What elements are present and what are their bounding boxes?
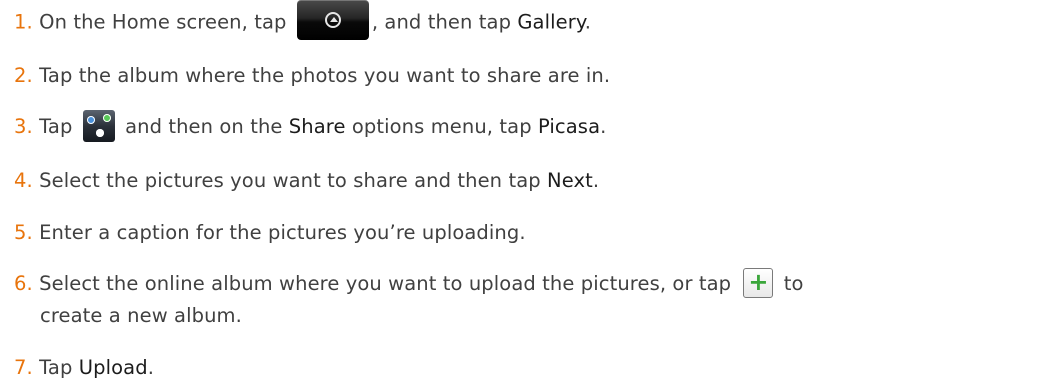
instruction-steps: 1. On the Home screen, tap , and then ta…	[0, 0, 1062, 390]
step-number: 3.	[14, 115, 33, 138]
step-text: Tap	[39, 356, 79, 379]
home-all-apps-button-icon	[296, 0, 369, 40]
step-text: to	[783, 272, 804, 295]
step-number: 7.	[14, 356, 33, 379]
step-text: , and then tap	[371, 10, 518, 34]
step-text: Tap the album where the photos you want …	[39, 64, 611, 87]
step-text: On the Home screen, tap	[39, 10, 287, 34]
share-label: Share	[288, 115, 346, 138]
step-text: Select the online album where you want t…	[39, 272, 732, 295]
step-1: 1. On the Home screen, tap , and then ta…	[14, 0, 592, 40]
step-text: .	[584, 10, 592, 34]
step-text: Enter a caption for the pictures you’re …	[39, 221, 526, 244]
step-number: 4.	[14, 169, 33, 192]
step-4: 4. Select the pictures you want to share…	[14, 167, 599, 195]
step-text: Tap	[39, 115, 73, 138]
step-text: Select the pictures you want to share an…	[39, 169, 548, 192]
step-number: 6.	[14, 272, 33, 295]
step-text: .	[147, 356, 154, 379]
step-7: 7. Tap Upload.	[14, 354, 154, 382]
step-number: 2.	[14, 64, 33, 87]
step-2: 2. Tap the album where the photos you wa…	[14, 62, 610, 90]
picasa-label: Picasa	[537, 115, 601, 138]
step-text: and then on the	[125, 115, 289, 138]
upload-label: Upload	[78, 356, 148, 379]
step-text: options menu, tap	[345, 115, 538, 138]
step-text: .	[592, 169, 600, 192]
step-3: 3. Tap and then on the Share options men…	[14, 109, 607, 142]
step-6: 6. Select the online album where you wan…	[14, 267, 804, 298]
gallery-label: Gallery	[517, 10, 585, 34]
step-text: .	[600, 115, 607, 138]
step-5: 5. Enter a caption for the pictures you’…	[14, 219, 526, 247]
next-label: Next	[547, 169, 593, 192]
share-icon	[82, 109, 115, 142]
step-number: 5.	[14, 221, 33, 244]
step-number: 1.	[14, 10, 33, 34]
add-album-plus-icon: +	[743, 267, 774, 298]
step-6-continuation: create a new album.	[40, 304, 242, 327]
